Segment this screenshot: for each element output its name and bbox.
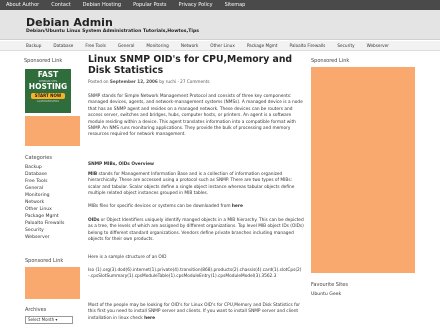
- post-meta: Posted on September 12, 2006 by ruchi · …: [88, 79, 210, 84]
- favourite-site-link[interactable]: Ubuntu Geek: [311, 292, 341, 297]
- oid-sample-code: Iso (1).org(3).dod(6).internet(1).privat…: [88, 268, 302, 280]
- category-link[interactable]: Database: [25, 171, 64, 178]
- mib-term: MIB: [88, 172, 98, 177]
- meta-prefix: Posted on: [88, 79, 109, 84]
- catnav-webserver[interactable]: Webserver: [361, 41, 395, 50]
- category-link[interactable]: Free Tools: [25, 178, 64, 185]
- right-ad-placeholder[interactable]: [311, 67, 415, 273]
- catnav-free-tools[interactable]: Free Tools: [79, 41, 112, 50]
- category-link[interactable]: Backup: [25, 164, 64, 171]
- install-link[interactable]: here: [144, 316, 155, 321]
- favourite-sites-title: Favourite Sites: [311, 282, 348, 288]
- mib-text: stands for Management Information Base a…: [88, 172, 295, 197]
- oid-term: OIDs: [88, 218, 100, 223]
- catnav-network[interactable]: Network: [175, 41, 204, 50]
- oid-paragraph: OIDs or Object Identifiers uniquely iden…: [88, 218, 304, 244]
- catnav-other-linux[interactable]: Other Linux: [204, 41, 241, 50]
- top-navigation: About Author Contact Debian Hosting Popu…: [0, 0, 440, 10]
- mib-paragraph: MIB stands for Management Information Ba…: [88, 172, 304, 198]
- catnav-package-mgmt[interactable]: Package Mgmt: [241, 41, 284, 50]
- site-description: Debian/Ubuntu Linux System Administratio…: [26, 29, 199, 34]
- archives-dropdown[interactable]: Select Month ▾: [25, 316, 73, 324]
- ad-line-hosting: HOSTING: [28, 82, 68, 91]
- category-link[interactable]: General: [25, 185, 64, 192]
- oid-sample-intro: Here is a sample structure of an OID: [88, 255, 167, 260]
- categories-list: Backup Database Free Tools General Monit…: [25, 164, 64, 241]
- sponsored-link-title: Sponsored Link: [24, 58, 63, 64]
- sponsored-link-title-2: Sponsored Link: [25, 258, 64, 264]
- post-header: Linux SNMP OID's for CPU,Memory and Disk…: [88, 54, 304, 84]
- topnav-popular-posts[interactable]: Popular Posts: [127, 0, 172, 10]
- post-date: September 12, 2006: [109, 79, 158, 84]
- ad-placeholder[interactable]: [25, 116, 80, 146]
- closing-text: Most of the people may be looking for OI…: [88, 303, 301, 321]
- post-title[interactable]: Linux SNMP OID's for CPU,Memory and Disk…: [88, 54, 304, 76]
- catnav-paloalto-firewalls[interactable]: Paloalto Firewalls: [284, 41, 332, 50]
- ad-placeholder-2[interactable]: [25, 267, 80, 299]
- category-link[interactable]: Paloalto Firewalls: [25, 220, 64, 227]
- category-link[interactable]: Security: [25, 227, 64, 234]
- mib-download-text: MIBs files for specific devices or syste…: [88, 204, 232, 209]
- category-navigation: Backup Database Free Tools General Monit…: [0, 41, 440, 51]
- meta-by: by: [159, 79, 165, 84]
- topnav-debian-hosting[interactable]: Debian Hosting: [77, 0, 127, 10]
- topnav-contact[interactable]: Contact: [45, 0, 76, 10]
- mib-download-line: MIBs files for specific devices or syste…: [88, 204, 304, 210]
- catnav-monitoring[interactable]: Monitoring: [140, 41, 174, 50]
- post-author[interactable]: ruchi: [166, 79, 177, 84]
- ad-line-fast: FAST: [37, 70, 59, 79]
- hosting-ad-banner[interactable]: FAST DEBIAN VPS HOSTING START NOW ALIENS…: [25, 69, 71, 113]
- ad-footer: ALIENSERVERS: [36, 99, 60, 103]
- category-link[interactable]: Webserver: [25, 234, 64, 241]
- category-link[interactable]: Other Linux: [25, 206, 64, 213]
- site-title[interactable]: Debian Admin: [26, 16, 113, 29]
- closing-paragraph: Most of the people may be looking for OI…: [88, 303, 304, 322]
- catnav-backup[interactable]: Backup: [20, 41, 47, 50]
- intro-paragraph: SNMP stands for Simple Network Managemen…: [88, 94, 303, 138]
- catnav-security[interactable]: Security: [331, 41, 360, 50]
- categories-title: Categories: [25, 155, 52, 161]
- category-link[interactable]: Monitoring: [25, 192, 64, 199]
- section-heading: SNMP MIBs, OIDs Overview: [88, 162, 154, 167]
- category-link[interactable]: Network: [25, 199, 64, 206]
- topnav-about-author[interactable]: About Author: [0, 0, 45, 10]
- archives-title: Archives: [25, 307, 47, 313]
- oid-text: or Object Identifiers uniquely identify …: [88, 218, 304, 243]
- post-comments-link[interactable]: 27 Comments: [180, 79, 209, 84]
- right-sponsored-link-title: Sponsored Link: [311, 58, 350, 64]
- catnav-database[interactable]: Database: [47, 41, 79, 50]
- catnav-general[interactable]: General: [112, 41, 141, 50]
- topnav-privacy-policy[interactable]: Privacy Policy: [173, 0, 219, 10]
- category-link[interactable]: Package Mgmt: [25, 213, 64, 220]
- archives-selected-value: Select Month: [28, 317, 55, 322]
- topnav-sitemap[interactable]: Sitemap: [219, 0, 252, 10]
- mib-download-link[interactable]: here: [232, 204, 243, 209]
